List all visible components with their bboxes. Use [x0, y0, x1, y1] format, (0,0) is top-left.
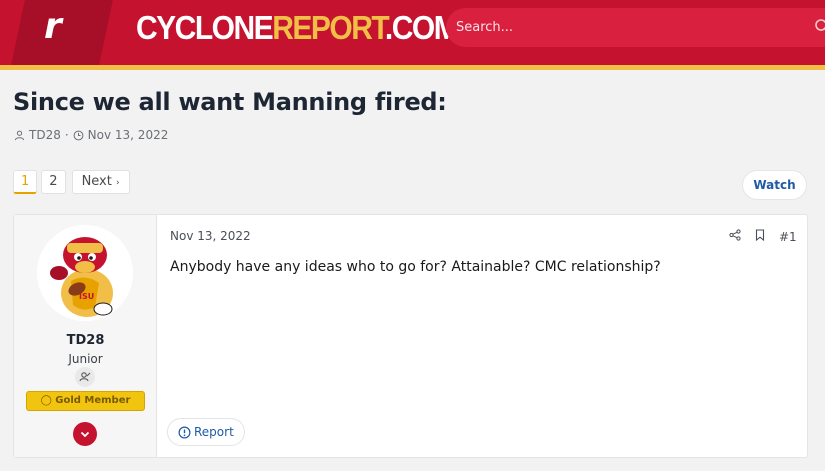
thread-title: Since we all want Manning fired: — [13, 88, 447, 116]
bookmark-icon[interactable] — [755, 229, 765, 244]
thread-meta: TD28 · Nov 13, 2022 — [14, 128, 168, 142]
shield-icon: ◯ — [40, 395, 52, 406]
user-avatar[interactable]: ISU — [37, 225, 133, 321]
logo-accent: REPORT — [272, 10, 386, 47]
user-icon — [14, 130, 25, 141]
banner-label: Gold Member — [55, 395, 131, 406]
post-date[interactable]: Nov 13, 2022 — [170, 229, 251, 243]
meta-separator: · — [64, 128, 69, 142]
post-actions: #1 — [729, 229, 797, 244]
user-status-icon — [75, 367, 95, 387]
report-label: Report — [194, 425, 234, 439]
chevron-down-icon — [80, 431, 90, 438]
logo-mark[interactable]: r — [44, 6, 62, 47]
post-username[interactable]: TD28 — [14, 333, 157, 348]
header-accent-bar — [0, 65, 825, 70]
thread-author[interactable]: TD28 — [29, 128, 61, 142]
chevron-right-icon: › — [116, 178, 120, 188]
share-icon[interactable] — [729, 229, 741, 244]
site-header: r CYCLONEREPORT.COM — [0, 0, 825, 65]
post-body: Anybody have any ideas who to go for? At… — [170, 259, 661, 275]
report-button[interactable]: Report — [167, 418, 245, 446]
post-number[interactable]: #1 — [779, 230, 797, 244]
site-logo[interactable]: CYCLONEREPORT.COM — [136, 10, 459, 48]
watch-button[interactable]: Watch — [742, 170, 807, 200]
post-user-column: ISU TD28 Junior ◯ Gold Member — [14, 215, 157, 457]
next-page-button[interactable]: Next › — [71, 170, 130, 194]
page-2-button[interactable]: 2 — [41, 170, 66, 194]
thread-date[interactable]: Nov 13, 2022 — [88, 128, 169, 142]
post: ISU TD28 Junior ◯ Gold Member Nov 13, 20… — [13, 214, 808, 458]
svg-text:ISU: ISU — [79, 292, 94, 301]
clock-icon — [73, 130, 84, 141]
search-box[interactable] — [446, 8, 825, 47]
cy-mascot-avatar: ISU — [37, 225, 133, 321]
page-1-button[interactable]: 1 — [13, 170, 38, 194]
logo-mark-background — [11, 0, 113, 65]
report-icon — [178, 426, 191, 438]
user-title: Junior — [68, 352, 103, 366]
expand-user-info-button[interactable] — [73, 422, 97, 446]
search-input[interactable] — [456, 16, 796, 38]
search-icon[interactable] — [814, 18, 825, 38]
logo-primary: CYCLONE — [136, 10, 274, 47]
pagination: 1 2 Next › — [13, 170, 130, 194]
next-label: Next — [81, 174, 112, 189]
gold-member-banner: ◯ Gold Member — [26, 391, 145, 411]
